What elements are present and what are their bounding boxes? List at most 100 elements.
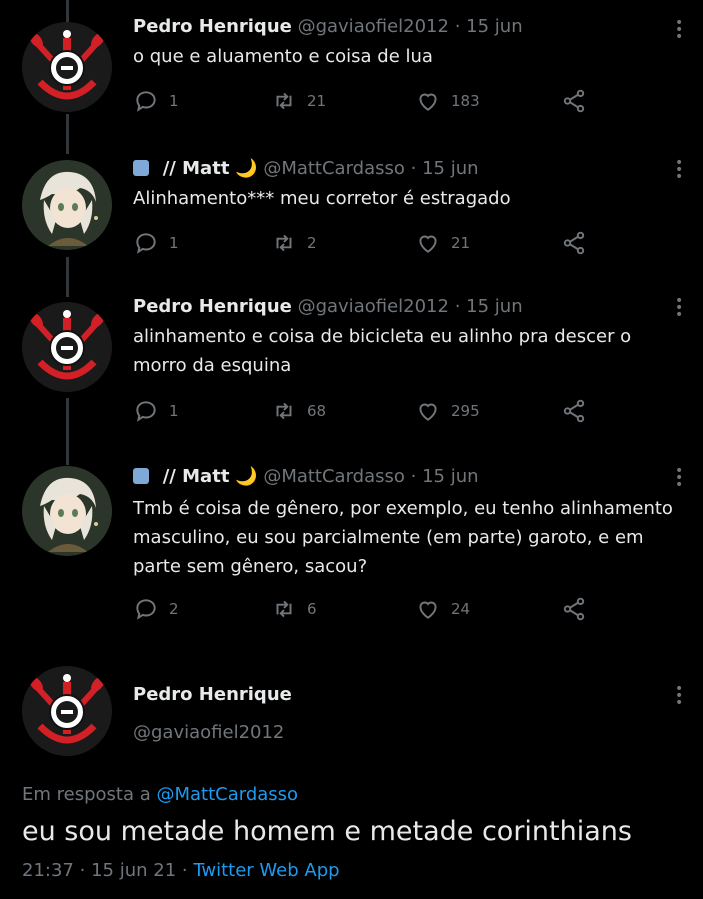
like-button[interactable]: 183 [415, 88, 480, 114]
share-icon [563, 399, 585, 423]
like-icon [419, 601, 437, 619]
retweet-button[interactable]: 68 [271, 398, 326, 424]
corinthians-logo-icon [22, 302, 112, 392]
retweet-icon [276, 600, 292, 618]
reply-icon [136, 91, 156, 112]
retweet-count: 6 [307, 600, 317, 618]
retweet-icon [276, 234, 292, 252]
thread-line [66, 114, 69, 154]
tweet-text: o que e aluamento e coisa de lua [133, 46, 433, 67]
more-icon[interactable]: • • • [675, 294, 683, 322]
retweet-button[interactable]: 21 [271, 88, 326, 114]
avatar[interactable] [22, 22, 112, 112]
like-button[interactable]: 295 [415, 398, 480, 424]
reply-icon [136, 599, 156, 620]
anime-character-icon [22, 160, 112, 250]
share-icon [563, 89, 585, 113]
reply-to-link[interactable]: @MattCardasso [156, 784, 298, 805]
avatar[interactable] [22, 160, 112, 250]
retweet-count: 68 [307, 402, 327, 420]
reply-icon [136, 233, 156, 254]
retweet-count: 21 [307, 92, 327, 110]
author-name[interactable]: Pedro Henrique [133, 296, 292, 317]
corinthians-logo-icon [22, 666, 112, 756]
like-icon [419, 403, 437, 421]
source-link[interactable]: Twitter Web App [193, 860, 339, 881]
moon-icon: 🌙 [235, 466, 258, 487]
reply-count: 1 [169, 92, 179, 110]
more-icon[interactable]: • • • [675, 156, 683, 184]
reply-context: Em resposta a @MattCardasso [22, 784, 298, 805]
author-name[interactable]: Pedro Henrique [133, 16, 292, 37]
tweet-date[interactable]: 15 jun [422, 158, 478, 179]
reply-button[interactable]: 2 [133, 596, 179, 622]
like-count: 183 [451, 92, 480, 110]
separator: · [454, 296, 461, 317]
retweet-icon [276, 92, 292, 110]
share-icon [563, 231, 585, 255]
reply-count: 2 [169, 600, 179, 618]
more-icon[interactable]: • • • [675, 682, 683, 710]
tweet-time[interactable]: 21:37 [22, 860, 74, 881]
tweet-meta: 21:37 · 15 jun 21 · Twitter Web App [22, 860, 340, 881]
reply-count: 1 [169, 402, 179, 420]
tweet-actions: 1 2 21 [133, 230, 603, 260]
profile-badge-icon [133, 468, 149, 484]
like-icon [419, 93, 437, 111]
share-button[interactable] [561, 596, 597, 622]
like-button[interactable]: 21 [415, 230, 470, 256]
anime-character-icon [22, 466, 112, 556]
author-name[interactable]: Pedro Henrique [133, 684, 292, 705]
share-button[interactable] [561, 88, 597, 114]
share-button[interactable] [561, 398, 597, 424]
tweet-text: Alinhamento*** meu corretor é estragado [133, 188, 511, 209]
author-handle[interactable]: @gaviaofiel2012 [133, 722, 284, 743]
separator: · [454, 16, 461, 37]
author-handle[interactable]: @gaviaofiel2012 [298, 296, 449, 317]
thread-line [66, 257, 69, 297]
separator: · [410, 466, 417, 487]
author-name[interactable]: // Matt [163, 158, 230, 179]
tweet-date[interactable]: 15 jun [422, 466, 478, 487]
tweet-actions: 2 6 24 [133, 596, 603, 626]
avatar[interactable] [22, 666, 112, 756]
like-count: 21 [451, 234, 471, 252]
share-button[interactable] [561, 230, 597, 256]
retweet-count: 2 [307, 234, 317, 252]
separator: · [79, 860, 86, 881]
tweet-date[interactable]: 15 jun 21 [91, 860, 176, 881]
author-handle[interactable]: @gaviaofiel2012 [298, 16, 449, 37]
reply-button[interactable]: 1 [133, 88, 179, 114]
more-icon[interactable]: • • • [675, 464, 683, 492]
reply-button[interactable]: 1 [133, 230, 179, 256]
thread-line [66, 398, 69, 465]
profile-badge-icon [133, 160, 149, 176]
retweet-button[interactable]: 6 [271, 596, 317, 622]
tweet-date[interactable]: 15 jun [466, 16, 522, 37]
like-button[interactable]: 24 [415, 596, 470, 622]
moon-icon: 🌙 [235, 158, 258, 179]
reply-count: 1 [169, 234, 179, 252]
reply-prefix: Em resposta a [22, 784, 151, 805]
tweet-actions: 1 21 183 [133, 88, 603, 118]
tweet-text: eu sou metade homem e metade corinthians [22, 816, 632, 847]
retweet-button[interactable]: 2 [271, 230, 317, 256]
author-handle[interactable]: @MattCardasso [263, 158, 405, 179]
reply-button[interactable]: 1 [133, 398, 179, 424]
tweet-text: alinhamento e coisa de bicicleta eu alin… [133, 326, 632, 376]
like-count: 24 [451, 600, 471, 618]
like-icon [419, 235, 437, 253]
thread-line [66, 0, 69, 22]
like-count: 295 [451, 402, 480, 420]
avatar[interactable] [22, 302, 112, 392]
separator: · [410, 158, 417, 179]
tweet-date[interactable]: 15 jun [466, 296, 522, 317]
author-name[interactable]: // Matt [163, 466, 230, 487]
tweet-text: Tmb é coisa de gênero, por exemplo, eu t… [133, 498, 673, 577]
retweet-icon [276, 402, 292, 420]
separator: · [181, 860, 188, 881]
reply-icon [136, 401, 156, 422]
author-handle[interactable]: @MattCardasso [263, 466, 405, 487]
avatar[interactable] [22, 466, 112, 556]
more-icon[interactable]: • • • [675, 16, 683, 44]
